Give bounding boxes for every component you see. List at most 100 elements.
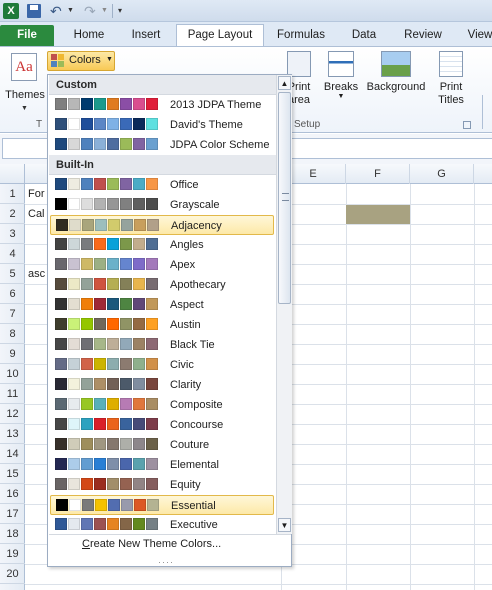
colors-button[interactable]: Colors ▼ [47,51,115,71]
theme-color-item-essential[interactable]: Essential [50,495,274,515]
row-header[interactable]: 3 [0,224,25,244]
theme-color-item-adjacency[interactable]: Adjacency [50,215,274,235]
customize-toolbar-icon[interactable]: ▾ [118,3,128,19]
color-swatch [94,138,106,150]
theme-color-item-civic[interactable]: Civic [50,355,274,375]
color-swatch [120,318,132,330]
cell-a2[interactable]: Cal [28,204,48,224]
scrollbar-thumb[interactable] [278,92,291,304]
color-swatch-strip [55,138,159,151]
row-header[interactable]: 11 [0,384,25,404]
row-header[interactable]: 20 [0,564,25,584]
row-header[interactable]: 6 [0,284,25,304]
formula-input[interactable] [290,138,492,159]
theme-colors-icon [51,54,65,68]
color-swatch [94,438,106,450]
color-swatch [146,98,158,110]
theme-color-item-apex[interactable]: Apex [50,255,274,275]
row-header[interactable]: 12 [0,404,25,424]
theme-color-item-equity[interactable]: Equity [50,475,274,495]
row-header[interactable]: 7 [0,304,25,324]
row-header[interactable]: 16 [0,484,25,504]
row-header[interactable]: 10 [0,364,25,384]
theme-color-item-angles[interactable]: Angles [50,235,274,255]
undo-icon[interactable]: ↶ [50,3,66,19]
theme-color-item-executive[interactable]: Executive [50,515,274,535]
theme-colors-dropdown: Custom Built-In ▲ ▼ Create New Theme Col… [47,74,292,567]
ribbon-tabs: File Home Insert Page Layout Formulas Da… [0,22,492,47]
theme-color-name: Office [170,179,199,191]
row-header[interactable]: 18 [0,524,25,544]
redo-dropdown-icon[interactable]: ▼ [101,3,109,19]
color-swatch [133,198,145,210]
cell-a5[interactable]: asc [28,264,48,284]
undo-dropdown-icon[interactable]: ▼ [67,3,75,19]
create-new-theme-colors-item[interactable]: Create New Theme Colors... [82,538,221,550]
theme-color-item-david-s-theme[interactable]: David's Theme [50,115,274,135]
dialog-launcher-icon[interactable] [463,121,471,129]
color-swatch-strip [55,198,159,211]
column-header-f[interactable]: F [346,164,410,184]
tab-data[interactable]: Data [340,25,388,46]
tab-view[interactable]: View [460,25,492,46]
redo-icon[interactable]: ↷ [84,3,100,19]
themes-icon: Aa [11,53,37,81]
scroll-up-icon[interactable]: ▲ [278,76,291,90]
theme-color-item-black-tie[interactable]: Black Tie [50,335,274,355]
row-header[interactable]: 1 [0,184,25,204]
theme-color-item-composite[interactable]: Composite [50,395,274,415]
theme-color-item-concourse[interactable]: Concourse [50,415,274,435]
theme-color-item-jdpa-color-scheme[interactable]: JDPA Color Scheme [50,135,274,155]
row-header[interactable]: 14 [0,444,25,464]
color-swatch [68,378,80,390]
color-swatch [68,278,80,290]
tab-insert[interactable]: Insert [120,25,172,46]
color-swatch [147,499,159,511]
background-button[interactable]: Background [362,51,430,93]
row-header[interactable]: 8 [0,324,25,344]
tab-review[interactable]: Review [392,25,454,46]
scroll-down-icon[interactable]: ▼ [278,518,291,532]
cell-a1[interactable]: For [28,184,48,204]
colors-label: Colors [69,54,101,66]
color-swatch [55,358,67,370]
cell-f2[interactable] [346,204,410,224]
color-swatch [81,478,93,490]
row-header[interactable]: 13 [0,424,25,444]
row-header[interactable]: 4 [0,244,25,264]
row-header[interactable]: 5 [0,264,25,284]
column-header-g[interactable]: G [410,164,474,184]
theme-color-item-grayscale[interactable]: Grayscale [50,195,274,215]
theme-color-item-aspect[interactable]: Aspect [50,295,274,315]
theme-color-item-couture[interactable]: Couture [50,435,274,455]
color-swatch-strip [55,298,159,311]
theme-color-item-clarity[interactable]: Clarity [50,375,274,395]
tab-page-layout[interactable]: Page Layout [176,24,264,47]
tab-file[interactable]: File [0,25,54,46]
dropdown-scrollbar[interactable]: ▲ ▼ [276,75,292,534]
theme-color-item-elemental[interactable]: Elemental [50,455,274,475]
row-header[interactable]: 2 [0,204,25,224]
color-swatch [55,138,67,150]
row-header[interactable]: 15 [0,464,25,484]
select-all-corner[interactable] [0,164,25,184]
breaks-button[interactable]: Breaks ▼ [322,51,360,100]
theme-color-item-2013-jdpa-theme[interactable]: 2013 JDPA Theme [50,95,274,115]
color-swatch [133,118,145,130]
save-icon[interactable] [27,4,41,18]
theme-color-item-austin[interactable]: Austin [50,315,274,335]
color-swatch-strip [55,418,159,431]
theme-color-item-apothecary[interactable]: Apothecary [50,275,274,295]
row-header[interactable]: 17 [0,504,25,524]
print-titles-button[interactable]: Print Titles [432,51,470,107]
row-header[interactable]: 19 [0,544,25,564]
themes-button[interactable]: Aa Themes ▼ [3,51,47,123]
color-swatch [55,398,67,410]
tab-formulas[interactable]: Formulas [268,25,334,46]
theme-color-item-office[interactable]: Office [50,175,274,195]
excel-app-icon[interactable]: X [3,3,19,19]
tab-home[interactable]: Home [60,25,118,46]
resize-grip-icon[interactable]: ···· [158,557,174,567]
name-box[interactable] [2,138,48,159]
row-header[interactable]: 9 [0,344,25,364]
